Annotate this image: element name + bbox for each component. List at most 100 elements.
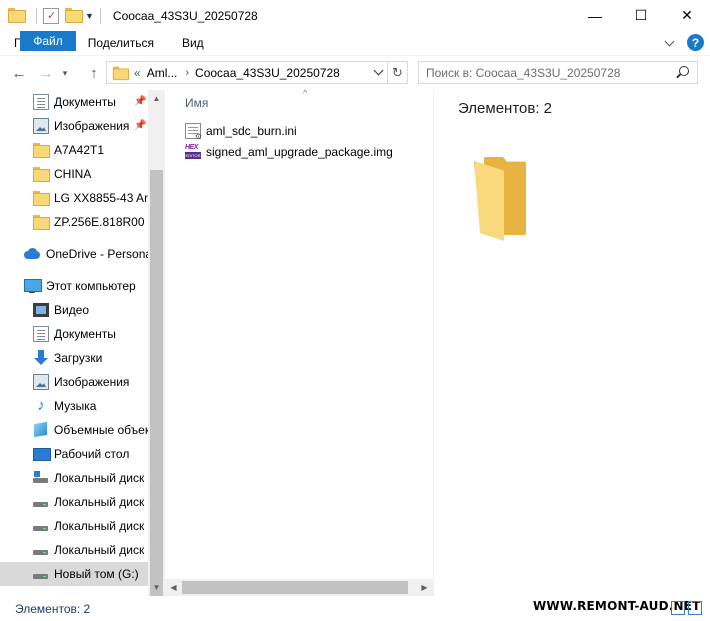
nav-item-label: Документы — [54, 95, 116, 109]
refresh-icon[interactable]: ↻ — [388, 61, 408, 84]
nav-item-local-disk-2[interactable]: Локальный диск — [0, 490, 148, 514]
scrollbar-thumb[interactable] — [150, 170, 163, 621]
properties-check-icon[interactable]: ✓ — [43, 7, 59, 24]
nav-item-onedrive[interactable]: OneDrive - Persona — [0, 242, 148, 266]
pictures-icon — [33, 374, 49, 390]
file-name: aml_sdc_burn.ini — [206, 124, 297, 138]
computer-icon — [24, 278, 42, 294]
large-icons-view-icon[interactable] — [688, 601, 702, 615]
folder-icon — [33, 190, 50, 206]
ribbon-tabs: Файл Главная Поделиться Вид ? — [0, 31, 710, 56]
nav-item-lg[interactable]: LG XX8855-43 And — [0, 186, 148, 210]
documents-icon — [33, 94, 49, 110]
breadcrumb-aml[interactable]: Aml... — [147, 66, 178, 80]
new-folder-icon[interactable] — [65, 7, 83, 24]
back-arrow-icon[interactable]: ← — [7, 61, 31, 85]
folder-icon[interactable] — [8, 7, 26, 24]
maximize-button[interactable]: ☐ — [618, 0, 664, 31]
view-buttons — [668, 601, 702, 615]
drive-icon — [33, 566, 49, 582]
music-icon: ♪ — [37, 397, 45, 414]
nav-item-label: OneDrive - Persona — [46, 247, 148, 261]
nav-pane-scrollbar[interactable]: ▲ ▼ — [148, 90, 165, 621]
nav-item-zp[interactable]: ZP.256E.818R00 — [0, 210, 148, 234]
pictures-icon — [33, 118, 49, 134]
details-pane: Элементов: 2 — [433, 90, 710, 596]
forward-arrow-icon[interactable]: → — [34, 61, 58, 85]
file-list: ^ Имя aml_sdc_burn.ini HEX EDITOR signed… — [165, 88, 433, 596]
nav-item-pictures-pinned[interactable]: Изображения 📌 — [0, 114, 148, 138]
breadcrumb-overflow[interactable]: « — [134, 66, 141, 80]
nav-item-local-disk-c[interactable]: Локальный диск — [0, 466, 148, 490]
help-icon[interactable]: ? — [687, 34, 704, 51]
sort-ascending-icon: ^ — [303, 88, 308, 98]
nav-item-label: Объемные объек — [54, 423, 148, 437]
nav-item-label: CHINA — [54, 167, 92, 181]
nav-item-local-disk-3[interactable]: Локальный диск — [0, 514, 148, 538]
search-input[interactable] — [426, 65, 666, 80]
folder-front — [474, 161, 504, 241]
file-item[interactable]: HEX EDITOR signed_aml_upgrade_package.im… — [185, 142, 393, 162]
file-list-horizontal-scrollbar[interactable]: ◀ ▶ — [165, 579, 433, 596]
nav-item-label: Локальный диск — [54, 543, 145, 557]
nav-item-music[interactable]: ♪ Музыка — [0, 394, 148, 418]
nav-item-desktop[interactable]: Рабочий стол — [0, 442, 148, 466]
nav-item-3d-objects[interactable]: Объемные объек — [0, 418, 148, 442]
divider — [99, 7, 101, 24]
folder-icon — [33, 214, 50, 230]
nav-item-label: Локальный диск — [54, 495, 145, 509]
nav-item-downloads[interactable]: Загрузки — [0, 346, 148, 370]
breadcrumb-current[interactable]: Coocaa_43S3U_20250728 — [195, 66, 340, 80]
address-bar[interactable]: « Aml... › Coocaa_43S3U_20250728 — [106, 61, 388, 84]
nav-item-local-disk-4[interactable]: Локальный диск — [0, 538, 148, 562]
pin-icon: 📌 — [134, 96, 147, 107]
folder-icon — [33, 166, 50, 182]
tab-view[interactable]: Вид — [168, 31, 218, 55]
minimize-button[interactable]: — — [572, 0, 618, 31]
details-view-icon[interactable] — [671, 601, 685, 615]
scroll-down-arrow-icon[interactable]: ▼ — [148, 579, 165, 596]
breadcrumb-separator-icon[interactable]: › — [185, 67, 189, 79]
nav-item-documents[interactable]: Документы — [0, 322, 148, 346]
nav-item-label: Документы — [54, 327, 116, 341]
title-bar: ✓ ▼ Coocaa_43S3U_20250728 — ☐ ✕ — [0, 0, 710, 31]
nav-item-documents-pinned[interactable]: Документы 📌 — [0, 90, 148, 114]
search-icon[interactable] — [675, 66, 689, 80]
address-dropdown-icon[interactable] — [373, 67, 383, 77]
drive-icon — [33, 494, 49, 510]
file-item[interactable]: aml_sdc_burn.ini — [185, 121, 297, 141]
search-box[interactable] — [418, 61, 698, 84]
quick-access-toolbar: ✓ ▼ — [0, 0, 107, 31]
nav-item-label: Этот компьютер — [46, 279, 136, 293]
column-header-name[interactable]: Имя — [185, 96, 208, 110]
system-drive-icon — [33, 470, 49, 486]
folder-icon — [33, 142, 50, 158]
tab-share[interactable]: Поделиться — [74, 31, 168, 55]
scroll-left-arrow-icon[interactable]: ◀ — [165, 579, 182, 596]
3d-objects-icon — [33, 422, 49, 438]
nav-item-a7a42t1[interactable]: A7A42T1 — [0, 138, 148, 162]
tab-file[interactable]: Файл — [20, 31, 76, 51]
pin-icon: 📌 — [134, 120, 147, 131]
desktop-icon — [33, 446, 51, 462]
video-icon — [33, 302, 49, 318]
up-arrow-icon[interactable]: ↑ — [82, 61, 106, 85]
nav-item-this-pc[interactable]: Этот компьютер — [0, 274, 148, 298]
nav-item-new-volume-g[interactable]: Новый том (G:) — [0, 562, 148, 586]
nav-item-label: Музыка — [54, 399, 97, 413]
nav-item-pictures[interactable]: Изображения — [0, 370, 148, 394]
recent-locations-chevron-icon[interactable]: ▾ — [58, 61, 72, 85]
nav-item-china[interactable]: CHINA — [0, 162, 148, 186]
nav-item-video[interactable]: Видео — [0, 298, 148, 322]
nav-item-label: A7A42T1 — [54, 143, 105, 157]
drive-icon — [33, 518, 49, 534]
folder-icon — [112, 66, 129, 81]
close-button[interactable]: ✕ — [664, 0, 710, 31]
scroll-up-arrow-icon[interactable]: ▲ — [148, 90, 165, 107]
navigation-pane: Документы 📌 Изображения 📌 A7A42T1 CHINA … — [0, 90, 165, 596]
nav-item-label: Изображения — [54, 375, 130, 389]
scroll-right-arrow-icon[interactable]: ▶ — [416, 579, 433, 596]
expand-ribbon-chevron-icon[interactable] — [663, 36, 677, 50]
scrollbar-thumb[interactable] — [182, 581, 408, 594]
customize-toolbar-dropdown-icon[interactable]: ▼ — [85, 11, 94, 21]
